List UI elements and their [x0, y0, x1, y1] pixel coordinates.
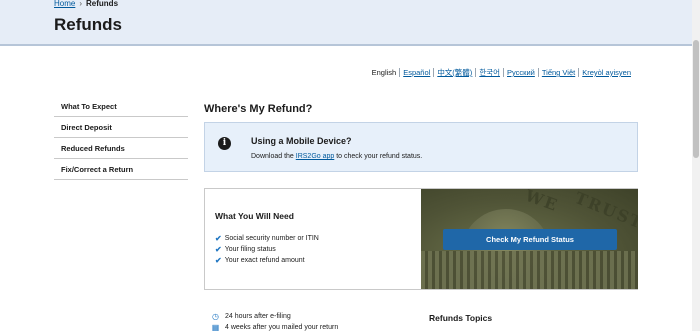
what-you-need-card: What You Will Need ✔ Social security numb…	[204, 188, 638, 290]
breadcrumb-home-link[interactable]: Home	[54, 0, 75, 8]
lang-russian[interactable]: Русский	[503, 68, 538, 77]
need-item-label: Your filing status	[224, 246, 276, 253]
breadcrumb-current: Refunds	[86, 0, 119, 8]
check-icon: ✔	[215, 256, 222, 265]
currency-text-trust: TRUST	[572, 189, 638, 233]
sidenav-item-reduced-refunds[interactable]: Reduced Refunds	[54, 138, 188, 159]
page-header: Home › Refunds Refunds	[0, 0, 692, 46]
check-icon: ✔	[215, 234, 222, 243]
check-icon: ✔	[215, 245, 222, 254]
list-item: ✔ Your exact refund amount	[215, 255, 319, 266]
page-title: Refunds	[54, 15, 122, 34]
lang-chinese[interactable]: 中文(繁體)	[433, 68, 475, 77]
check-refund-status-button[interactable]: Check My Refund Status	[443, 229, 617, 250]
need-item-label: Social security number or ITIN	[224, 235, 319, 242]
timeline-text: 24 hours after e-filing	[225, 313, 291, 320]
language-selector: English Español 中文(繁體) 한국어 Русский Tiếng…	[369, 68, 634, 77]
lang-haitian-creole[interactable]: Kreyòl ayisyen	[578, 68, 634, 77]
list-item: ✔ Your filing status	[215, 244, 319, 255]
list-item: ✔ Social security number or ITIN	[215, 233, 319, 244]
sidenav-item-direct-deposit[interactable]: Direct Deposit	[54, 117, 188, 138]
alert-text-before: Download the	[251, 153, 296, 160]
sidenav-item-what-to-expect[interactable]: What To Expect	[54, 96, 188, 117]
list-item: ▦ 4 weeks after you mailed your return	[211, 322, 339, 331]
alert-text-after: to check your refund status.	[334, 153, 423, 160]
need-list: ✔ Social security number or ITIN ✔ Your fi…	[215, 233, 319, 266]
lang-espanol[interactable]: Español	[399, 68, 433, 77]
capitol-columns-graphic	[421, 251, 638, 289]
clock-icon: ◷	[212, 312, 219, 321]
refunds-topics-heading: Refunds Topics	[429, 313, 493, 323]
scrollbar[interactable]	[692, 0, 700, 331]
mobile-device-alert: i Using a Mobile Device? Download the IR…	[204, 122, 638, 172]
need-title: What You Will Need	[215, 211, 294, 221]
info-icon: i	[218, 137, 231, 150]
alert-title: Using a Mobile Device?	[251, 136, 352, 146]
scrollbar-thumb[interactable]	[693, 40, 699, 158]
list-item: ◷ 24 hours after e-filing	[211, 311, 338, 322]
breadcrumb-separator: ›	[79, 0, 83, 8]
need-item-label: Your exact refund amount	[224, 257, 305, 264]
currency-text-we: WE	[522, 189, 562, 216]
calendar-icon: ▦	[211, 323, 220, 331]
capitol-currency-image: WE TRUST Check My Refund Status	[421, 189, 638, 289]
lang-english: English	[371, 68, 397, 77]
lang-vietnamese[interactable]: Tiếng Việt	[537, 68, 578, 77]
breadcrumb: Home › Refunds	[54, 0, 118, 8]
timeline-text: 4 weeks after you mailed your return	[225, 324, 339, 331]
main-heading: Where's My Refund?	[204, 103, 313, 115]
alert-text: Download the IRS2Go app to check your re…	[251, 153, 422, 160]
irs2go-app-link[interactable]: IRS2Go app	[296, 153, 335, 160]
sidenav-item-fix-correct-return[interactable]: Fix/Correct a Return	[54, 159, 188, 180]
lang-korean[interactable]: 한국어	[475, 68, 503, 77]
side-navigation: What To Expect Direct Deposit Reduced Re…	[54, 96, 188, 180]
refund-timeline: ◷ 24 hours after e-filing ▦ 4 weeks after …	[211, 311, 339, 331]
